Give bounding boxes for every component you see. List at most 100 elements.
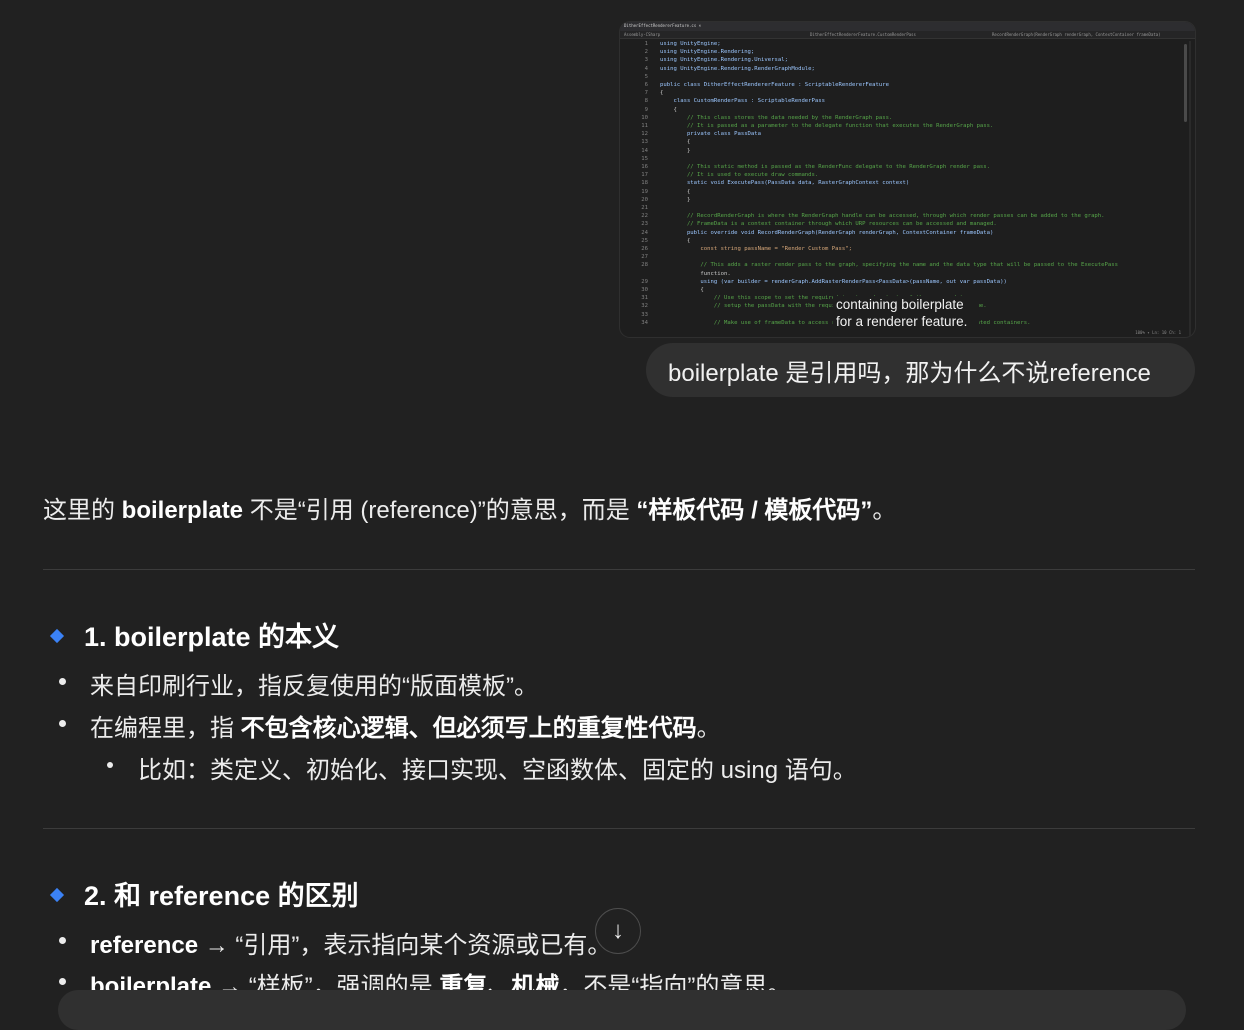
- bullet-bold: reference: [90, 932, 199, 959]
- scrollbar-thumb: [1184, 44, 1187, 122]
- code-text: }: [660, 196, 691, 203]
- code-line: 16 // This static method is passed as th…: [620, 164, 1195, 172]
- code-text: using UnityEngine.Rendering.Universal;: [660, 57, 788, 64]
- intro-part: 不是“引用 (reference)”的意思，而是: [243, 497, 637, 524]
- attached-screenshot[interactable]: DitherEffectRendererFeature.cs × Assembl…: [620, 22, 1195, 337]
- code-line: 4 using UnityEngine.Rendering.RenderGraph…: [620, 66, 1195, 74]
- code-line: 26 const string passName = "Render Custo…: [620, 246, 1195, 254]
- code-text: using UnityEngine.Rendering;: [660, 49, 755, 56]
- code-line: 5: [620, 74, 1195, 82]
- line-number: 24: [641, 229, 648, 236]
- line-number: 25: [641, 237, 648, 244]
- code-text: using UnityEngine.Rendering.RenderGraphM…: [660, 65, 815, 72]
- code-text: {: [660, 188, 691, 195]
- line-number: 6: [644, 82, 648, 88]
- message-composer[interactable]: [58, 990, 1186, 1030]
- editor-tab: DitherEffectRendererFeature.cs ×: [624, 23, 702, 28]
- sub-list-item: 比如：类定义、初始化、接口实现、空函数体、固定的 using 语句。: [107, 750, 857, 785]
- code-text: // This adds a raster render pass to the…: [660, 262, 1119, 269]
- heading-text: 2. 和 reference 的区别: [84, 881, 359, 911]
- line-number: 4: [644, 65, 648, 72]
- line-number: 1: [644, 41, 648, 47]
- code-line: 2 using UnityEngine.Rendering;: [620, 49, 1195, 57]
- line-number: 5: [644, 73, 648, 80]
- list-item: 在编程里，指 不包含核心逻辑、但必须写上的重复性代码。: [59, 708, 721, 743]
- code-line: 30 {: [620, 287, 1195, 295]
- intro-part: 。: [872, 497, 897, 524]
- code-line: 15: [620, 156, 1195, 164]
- code-text: public class DitherEffectRendererFeature…: [660, 82, 890, 88]
- nav-member: RecordRenderGraph(RenderGraph renderGrap…: [992, 32, 1161, 37]
- editor-tab-bar: DitherEffectRendererFeature.cs ×: [620, 22, 1195, 31]
- code-line: 28 // This adds a raster render pass to …: [620, 262, 1195, 270]
- line-number: 3: [644, 57, 648, 64]
- line-number: 34: [641, 319, 648, 326]
- code-text: // It is used to execute draw commands.: [660, 172, 819, 179]
- code-line: 3 using UnityEngine.Rendering.Universal;: [620, 57, 1195, 65]
- line-number: 16: [641, 164, 648, 170]
- line-number: 32: [641, 303, 648, 310]
- nav-project: Assembly-CSharp: [624, 32, 661, 37]
- line-number: 15: [641, 155, 648, 162]
- code-text: }: [660, 147, 691, 154]
- code-text: {: [660, 139, 691, 146]
- code-line: 6 public class DitherEffectRendererFeatur…: [620, 82, 1195, 90]
- line-number: 7: [644, 90, 648, 97]
- line-number: 11: [641, 123, 648, 129]
- section-heading-1: 1. boilerplate 的本义: [49, 615, 340, 654]
- line-number: 27: [641, 254, 648, 261]
- code-line: 18 static void ExecutePass(PassData data…: [620, 180, 1195, 188]
- diamond-icon: [49, 628, 65, 643]
- code-text: static void ExecutePass(PassData data, R…: [660, 180, 910, 187]
- tooltip-line-2: for a renderer feature.: [836, 314, 968, 329]
- user-message-bubble: boilerplate 是引用吗，那为什么不说reference: [646, 343, 1195, 397]
- code-text: // This static method is passed as the R…: [660, 164, 991, 170]
- line-number: 28: [641, 262, 648, 269]
- code-line: 1 using UnityEngine;: [620, 41, 1195, 49]
- code-text: private class PassData: [660, 131, 762, 138]
- editor-nav-bar: Assembly-CSharp DitherEffectRendererFeat…: [620, 31, 1195, 39]
- line-number: 10: [641, 114, 648, 121]
- code-text: {: [660, 106, 677, 113]
- code-editor: 1 using UnityEngine; 2 using UnityEngine.Re…: [620, 41, 1195, 337]
- line-number: 20: [641, 196, 648, 203]
- code-line: 14 }: [620, 148, 1195, 156]
- code-text: public override void RecordRenderGraph(R…: [660, 229, 994, 236]
- intro-part: 这里的: [43, 497, 122, 524]
- code-line: 21: [620, 205, 1195, 213]
- overview-ruler: [1189, 41, 1191, 337]
- bullet-text: 。: [696, 715, 721, 742]
- line-number: 12: [641, 131, 648, 138]
- intro-bold-term: boilerplate: [121, 497, 244, 524]
- line-number: 2: [644, 49, 648, 56]
- code-line: 9 {: [620, 107, 1195, 115]
- code-text: // This class stores the data needed by …: [660, 114, 893, 121]
- code-line: 10 // This class stores the data needed …: [620, 115, 1195, 123]
- bullet-text: 来自印刷行业，指反复使用的“版面模板”。: [90, 673, 538, 700]
- heading-text: 1. boilerplate 的本义: [84, 622, 340, 652]
- list-item: reference → “引用”，表示指向某个资源或已有。: [58, 925, 611, 960]
- code-line: 11 // It is passed as a parameter to the…: [620, 123, 1195, 131]
- bullet-bold: 不包含核心逻辑、但必须写上的重复性代码: [240, 715, 697, 742]
- code-line: 19 {: [620, 189, 1195, 197]
- diamond-icon: [49, 887, 65, 902]
- code-line: 20 }: [620, 197, 1195, 205]
- line-number: 30: [641, 287, 648, 293]
- code-text: // FrameData is a context container thro…: [660, 221, 997, 228]
- line-number: 14: [641, 147, 648, 154]
- code-text: class CustomRenderPass : ScriptableRende…: [660, 98, 826, 105]
- code-line: 22 // RecordRenderGraph is where the Ren…: [620, 213, 1195, 221]
- line-number: 19: [641, 188, 648, 195]
- code-line: 7{: [620, 90, 1195, 98]
- arrow-down-icon: ↓: [612, 917, 624, 944]
- code-line: 8 class CustomRenderPass : ScriptableRen…: [620, 98, 1195, 106]
- line-number: 22: [641, 213, 648, 220]
- code-text: {: [660, 237, 691, 244]
- sub-bullet-text: 比如：类定义、初始化、接口实现、空函数体、固定的 using 语句。: [138, 757, 857, 784]
- code-line: 27: [620, 254, 1195, 262]
- code-line: 24 public override void RecordRenderGrap…: [620, 230, 1195, 238]
- scroll-to-bottom-button[interactable]: ↓: [595, 908, 641, 954]
- line-number: 33: [641, 311, 648, 318]
- tooltip-line-1: containing boilerplate: [836, 297, 964, 312]
- line-number: 21: [641, 205, 648, 211]
